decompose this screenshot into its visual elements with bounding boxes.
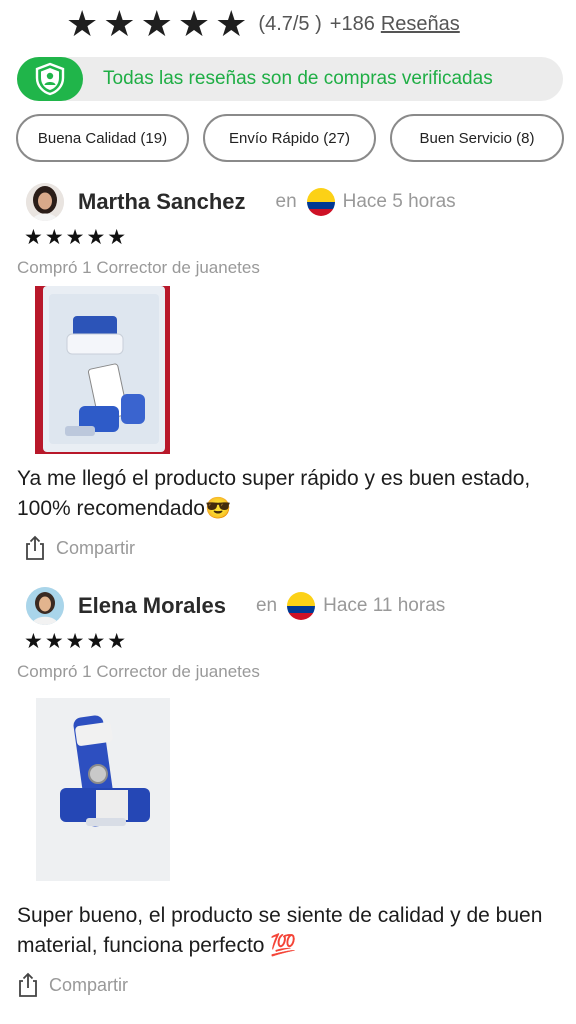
star-icon: ★ [140, 3, 173, 44]
avatar [26, 587, 64, 625]
review-count: +186 [329, 12, 375, 35]
share-icon [19, 972, 37, 997]
verified-text: Todas las reseñas son de compras verific… [103, 68, 493, 89]
chip-buena-calidad[interactable]: Buena Calidad (19) [16, 114, 189, 162]
review-header: Martha Sanchez en Hace 5 horas [26, 183, 456, 221]
purchase-info: Compró 1 Corrector de juanetes [17, 662, 260, 681]
review-text: Super bueno, el producto se siente de ca… [17, 904, 543, 957]
share-button[interactable]: Compartir [24, 535, 135, 561]
colombia-flag-icon [287, 592, 316, 620]
rating-score: (4.7/5 ) [258, 12, 322, 35]
avatar [26, 183, 64, 221]
share-label: Compartir [56, 537, 136, 558]
review-stars: ★★★★★ [24, 226, 129, 249]
reviewer-name: Elena Morales [78, 593, 226, 618]
chip-buen-servicio[interactable]: Buen Servicio (8) [390, 114, 564, 162]
rating-summary: ★ ★ ★ ★ ★ (4.7/5 ) +186 Reseñas [66, 6, 460, 42]
verified-shield-pill [17, 57, 83, 101]
star-icon: ★ [66, 3, 99, 44]
share-label: Compartir [49, 974, 129, 995]
share-icon [26, 535, 44, 560]
purchase-info: Compró 1 Corrector de juanetes [17, 258, 260, 277]
star-icon: ★ [103, 3, 136, 44]
star-icon: ★ [215, 3, 248, 44]
review-photo[interactable] [36, 698, 170, 886]
filter-chips: Buena Calidad (19) Envío Rápido (27) Bue… [16, 114, 564, 164]
shield-user-icon [35, 62, 65, 96]
reviewer-name: Martha Sanchez [78, 189, 246, 214]
review-text: Ya me llegó el producto super rápido y e… [17, 467, 531, 520]
colombia-flag-icon [306, 188, 335, 216]
from-label: en [255, 595, 278, 616]
review-time: Hace 5 horas [342, 191, 456, 212]
from-label: en [275, 191, 297, 212]
share-button[interactable]: Compartir [17, 972, 128, 998]
review-photo[interactable] [35, 286, 170, 459]
review-time: Hace 11 horas [323, 595, 446, 616]
review-stars: ★★★★★ [24, 630, 129, 653]
reviews-link[interactable]: Reseñas [381, 13, 460, 36]
verified-banner: Todas las reseñas son de compras verific… [17, 57, 563, 101]
chip-envio-rapido[interactable]: Envío Rápido (27) [203, 114, 376, 162]
review-header: Elena Morales en Hace 11 horas [26, 587, 445, 625]
star-icon: ★ [177, 3, 211, 44]
